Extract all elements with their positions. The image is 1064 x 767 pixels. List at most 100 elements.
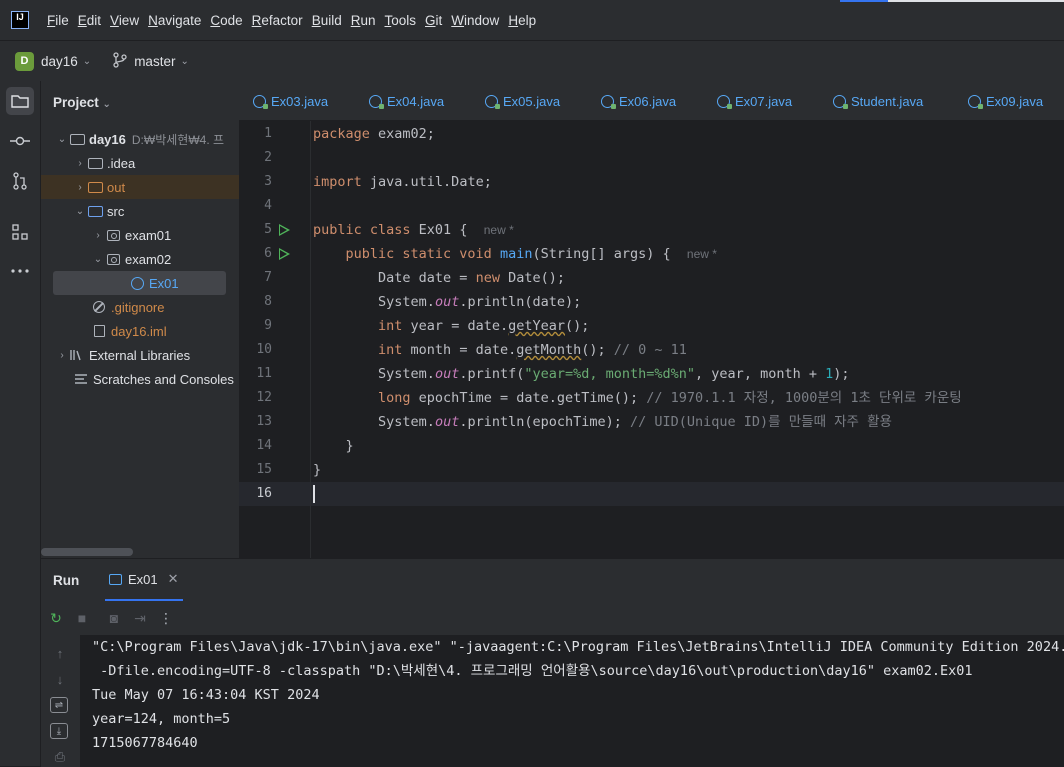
run-toolbar: ↻ ■ ◙ ⇥ ⋮	[41, 601, 1064, 635]
tree-item-exam02[interactable]: ⌄ exam02	[41, 247, 239, 271]
chevron-right-icon[interactable]: ›	[55, 350, 69, 361]
menu-build[interactable]: Build	[312, 13, 342, 28]
console-output[interactable]: "C:\Program Files\Java\jdk-17\bin\java.e…	[80, 635, 1064, 767]
intellij-logo-icon[interactable]: IJ	[11, 11, 29, 29]
menu-file[interactable]: File	[47, 13, 69, 28]
tree-item-gitignore[interactable]: .gitignore	[41, 295, 239, 319]
more-options-icon[interactable]	[6, 257, 34, 285]
tree-item-iml[interactable]: day16.iml	[41, 319, 239, 343]
project-badge[interactable]: D	[15, 51, 34, 71]
menu-navigate[interactable]: Navigate	[148, 13, 201, 28]
code-editor[interactable]: 1 2 3 4 5 6 7 8 9 10 11 12 13 14 15 16 p…	[239, 121, 1064, 558]
package-icon	[105, 228, 121, 242]
ignored-file-icon	[91, 300, 107, 314]
chevron-down-icon[interactable]: ⌄	[55, 134, 69, 145]
chevron-right-icon[interactable]: ›	[73, 182, 87, 193]
tab-ex04[interactable]: Ex04.java	[369, 81, 444, 120]
line-number: 13	[256, 414, 272, 429]
project-panel-scrollbar[interactable]	[41, 548, 133, 556]
tab-label: Student.java	[851, 93, 924, 109]
code-line: public class Ex01 { new *	[313, 222, 514, 238]
tab-student[interactable]: Student.java	[833, 81, 924, 120]
menu-help[interactable]: Help	[508, 13, 536, 28]
soft-wrap-icon[interactable]: ⇌	[50, 697, 68, 713]
text-caret	[313, 485, 315, 503]
tab-ex03[interactable]: Ex03.java	[253, 81, 328, 120]
tab-ex07[interactable]: Ex07.java	[717, 81, 792, 120]
more-options-icon[interactable]: ⋮	[153, 610, 179, 627]
tree-item-exam01[interactable]: › exam01	[41, 223, 239, 247]
code-line: public static void main(String[] args) {…	[345, 246, 717, 262]
project-panel-title[interactable]: Project ⌄	[53, 95, 111, 110]
run-class-icon[interactable]	[279, 224, 290, 236]
menu-view[interactable]: View	[110, 13, 139, 28]
tree-item-src[interactable]: ⌄ src	[41, 199, 239, 223]
tree-item-external-libraries[interactable]: › External Libraries	[41, 343, 239, 367]
line-number: 5	[264, 222, 272, 237]
pull-requests-icon[interactable]	[6, 167, 34, 195]
commit-icon[interactable]	[6, 127, 34, 155]
console-line: year=124, month=5	[92, 711, 231, 727]
tab-label: Ex09.java	[986, 93, 1044, 109]
git-branch-icon[interactable]	[113, 51, 127, 71]
window-top-strip	[840, 0, 1064, 2]
java-class-icon	[129, 276, 145, 290]
tab-ex06[interactable]: Ex06.java	[601, 81, 676, 120]
line-number: 2	[264, 150, 272, 165]
exit-icon[interactable]: ⇥	[127, 610, 153, 627]
arrow-down-icon[interactable]: ↓	[50, 669, 70, 689]
source-folder-icon	[87, 204, 103, 218]
author-hint[interactable]: new *	[687, 247, 717, 261]
project-panel: Project ⌄ ⌄ day16 D:₩박세현₩4. 프 › .idea › …	[41, 81, 239, 558]
arrow-up-icon[interactable]: ↑	[50, 643, 70, 663]
console-line: 1715067784640	[92, 735, 198, 751]
chevron-down-icon[interactable]: ⌄	[180, 56, 188, 67]
stop-icon[interactable]: ■	[69, 610, 95, 626]
java-class-icon	[485, 94, 500, 109]
chevron-right-icon[interactable]: ›	[73, 158, 87, 169]
project-folder-icon[interactable]	[6, 87, 34, 115]
tree-item-idea[interactable]: › .idea	[41, 151, 239, 175]
tab-ex09[interactable]: Ex09.java	[968, 81, 1044, 120]
menu-tools[interactable]: Tools	[385, 13, 417, 28]
java-class-icon	[601, 94, 616, 109]
scroll-to-end-icon[interactable]: ⤓	[50, 723, 68, 739]
project-name[interactable]: day16	[41, 54, 78, 69]
branch-name[interactable]: master	[134, 54, 175, 69]
tree-item-out[interactable]: › out	[41, 175, 239, 199]
tab-ex05[interactable]: Ex05.java	[485, 81, 560, 120]
camera-icon[interactable]: ◙	[101, 610, 127, 626]
menu-window[interactable]: Window	[451, 13, 499, 28]
code-line: long epochTime = date.getTime(); // 1970…	[378, 390, 962, 406]
rerun-icon[interactable]: ↻	[43, 610, 69, 627]
tree-item-scratches[interactable]: Scratches and Consoles	[41, 367, 239, 391]
chevron-down-icon[interactable]: ⌄	[91, 254, 105, 265]
close-icon[interactable]: ✕	[168, 571, 179, 587]
editor-tabs: Ex03.java Ex04.java Ex05.java Ex06.java …	[239, 81, 1064, 121]
current-line-highlight	[239, 482, 1064, 506]
run-panel: Run Ex01 ✕ ↻ ■ ◙ ⇥ ⋮ ↑ ↓ ⇌ ⤓ ⎙ "C:\Progr…	[41, 558, 1064, 767]
chevron-right-icon[interactable]: ›	[91, 230, 105, 241]
structure-icon[interactable]	[6, 218, 34, 246]
tree-item-ex01[interactable]: Ex01	[53, 271, 226, 295]
line-number: 7	[264, 270, 272, 285]
chevron-down-icon[interactable]: ⌄	[83, 56, 91, 67]
run-panel-title[interactable]: Run	[53, 573, 79, 588]
scratches-icon	[73, 372, 89, 386]
menu-refactor[interactable]: Refactor	[252, 13, 303, 28]
menu-run[interactable]: Run	[351, 13, 376, 28]
tree-item-day16[interactable]: ⌄ day16 D:₩박세현₩4. 프	[41, 127, 239, 151]
chevron-down-icon[interactable]: ⌄	[73, 206, 87, 217]
menu-code[interactable]: Code	[210, 13, 242, 28]
console-line: "C:\Program Files\Java\jdk-17\bin\java.e…	[92, 639, 1064, 655]
author-hint[interactable]: new *	[484, 223, 514, 237]
code-line: System.out.println(epochTime); // UID(Un…	[378, 414, 892, 430]
run-tab-ex01[interactable]: Ex01 ✕	[105, 559, 183, 601]
run-main-icon[interactable]	[279, 248, 290, 260]
line-number: 16	[256, 486, 272, 501]
menu-edit[interactable]: Edit	[78, 13, 101, 28]
libraries-icon	[69, 348, 85, 362]
java-class-icon	[369, 94, 384, 109]
print-icon[interactable]: ⎙	[50, 747, 70, 767]
menu-git[interactable]: Git	[425, 13, 442, 28]
